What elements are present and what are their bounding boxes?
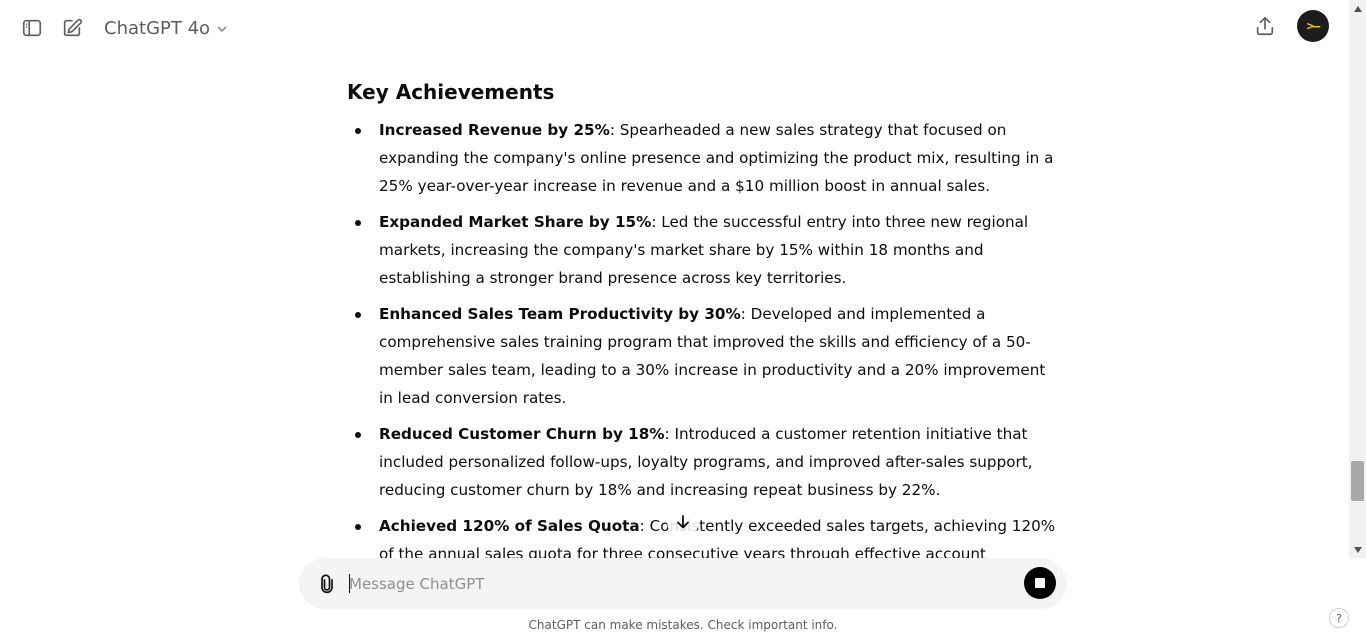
scroll-to-bottom-button[interactable] bbox=[667, 506, 699, 538]
bullet bbox=[355, 220, 361, 226]
item-title: Increased Revenue by 25% bbox=[379, 121, 610, 139]
list-item: Achieved 120% of Sales Quota: Consistent… bbox=[347, 512, 1063, 558]
sidebar-icon bbox=[22, 19, 42, 37]
section-heading: Key Achievements bbox=[347, 80, 555, 104]
item-title: Reduced Customer Churn by 18% bbox=[379, 425, 665, 443]
text-cursor bbox=[349, 574, 350, 593]
bullet bbox=[355, 524, 361, 530]
item-title: Achieved 120% of Sales Quota bbox=[379, 517, 640, 535]
avatar[interactable]: >— bbox=[1297, 10, 1329, 42]
scroll-up-arrow[interactable] bbox=[1349, 0, 1366, 17]
new-chat-button[interactable] bbox=[56, 12, 88, 44]
triangle-down-icon bbox=[1353, 546, 1362, 553]
avatar-text: >— bbox=[1306, 19, 1320, 33]
conversation-area: Key Achievements Increased Revenue by 25… bbox=[0, 56, 1349, 558]
paperclip-icon bbox=[321, 574, 333, 594]
stop-generating-button[interactable] bbox=[1024, 567, 1056, 599]
message-input[interactable] bbox=[349, 568, 1009, 600]
scrollbar-thumb[interactable] bbox=[1351, 461, 1364, 501]
scroll-down-arrow[interactable] bbox=[1349, 541, 1366, 558]
bullet bbox=[355, 128, 361, 134]
list-item: Increased Revenue by 25%: Spearheaded a … bbox=[347, 116, 1063, 200]
arrow-down-icon bbox=[677, 515, 689, 529]
achievements-list: Increased Revenue by 25%: Spearheaded a … bbox=[347, 116, 1063, 558]
list-item: Reduced Customer Churn by 18%: Introduce… bbox=[347, 420, 1063, 504]
message-composer bbox=[299, 558, 1067, 609]
list-item: Enhanced Sales Team Productivity by 30%:… bbox=[347, 300, 1063, 412]
stop-icon bbox=[1035, 578, 1045, 588]
share-button[interactable] bbox=[1249, 10, 1281, 42]
chevron-down-icon bbox=[217, 26, 227, 33]
item-title: Enhanced Sales Team Productivity by 30% bbox=[379, 305, 741, 323]
bullet bbox=[355, 432, 361, 438]
triangle-up-icon bbox=[1353, 5, 1362, 12]
share-icon bbox=[1256, 16, 1274, 36]
top-bar: ChatGPT 4o >— bbox=[0, 0, 1349, 56]
model-name: ChatGPT 4o bbox=[104, 17, 211, 39]
sidebar-toggle-button[interactable] bbox=[16, 12, 48, 44]
list-item: Expanded Market Share by 15%: Led the su… bbox=[347, 208, 1063, 292]
attach-button[interactable] bbox=[313, 570, 341, 598]
help-button[interactable]: ? bbox=[1329, 608, 1349, 628]
model-selector[interactable]: ChatGPT 4o bbox=[96, 10, 236, 46]
bullet bbox=[355, 312, 361, 318]
disclaimer: ChatGPT can make mistakes. Check importa… bbox=[528, 618, 838, 632]
edit-icon bbox=[63, 18, 83, 37]
item-title: Expanded Market Share by 15% bbox=[379, 213, 652, 231]
scrollbar[interactable] bbox=[1349, 0, 1366, 558]
